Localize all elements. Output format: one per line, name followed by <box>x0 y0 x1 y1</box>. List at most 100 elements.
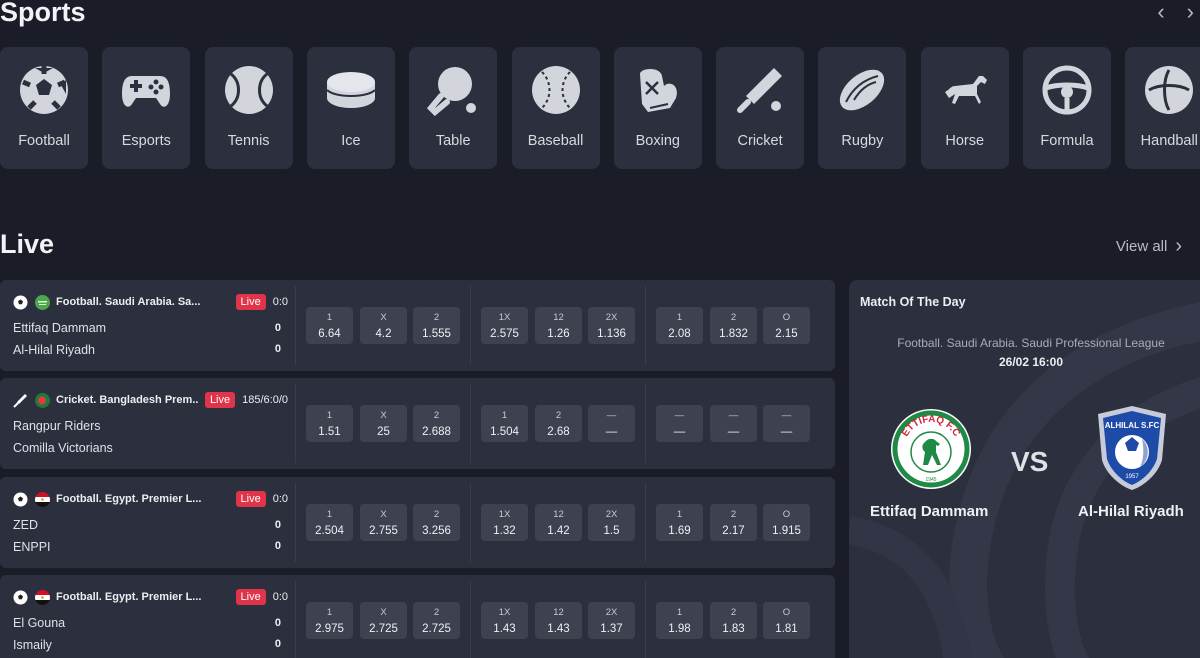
odd-button[interactable]: 12 1.26 <box>535 307 582 344</box>
odd-value: 1.43 <box>547 623 570 635</box>
team-1-name: Ettifaq Dammam <box>13 321 107 335</box>
odd-button[interactable]: 1 1.504 <box>481 405 528 442</box>
sport-tile-tennis[interactable]: Tennis <box>204 47 293 169</box>
sport-tile-cricket[interactable]: Cricket <box>716 47 805 169</box>
odd-button[interactable]: X 25 <box>360 405 407 442</box>
market-divider <box>645 384 646 463</box>
chevron-left-icon[interactable]: ‹ <box>1157 1 1164 23</box>
sport-tile-handball[interactable]: Handball <box>1125 47 1200 169</box>
match-info[interactable]: Football. Saudi Arabia. Sa... Live 0:0 Etti… <box>0 280 296 371</box>
odd-label: 2 <box>433 410 440 421</box>
team-1-name: ZED <box>13 518 38 532</box>
live-badge: Live <box>235 589 266 605</box>
sport-tile-ice[interactable]: Ice <box>306 47 395 169</box>
odd-button[interactable]: 1 2.08 <box>656 307 703 344</box>
odd-label: X <box>380 410 387 421</box>
match-info[interactable]: Cricket. Bangladesh Prem... Live 185/6:0/0… <box>0 378 296 469</box>
cricket-bat-icon <box>13 393 28 408</box>
ice-puck-icon <box>323 62 379 118</box>
odd-button[interactable]: 2 2.68 <box>535 405 582 442</box>
market-divider <box>295 286 296 365</box>
odd-value: 2.68 <box>547 426 570 438</box>
odd-label: 2 <box>730 509 737 520</box>
odd-button[interactable]: 1 6.64 <box>306 307 353 344</box>
odd-button[interactable]: 2 2.725 <box>413 602 460 639</box>
odd-button[interactable]: — — <box>710 405 757 442</box>
live-match-row[interactable]: Cricket. Bangladesh Prem... Live 185/6:0/0… <box>0 378 835 469</box>
odd-button[interactable]: 1 1.98 <box>656 602 703 639</box>
odd-label: 12 <box>553 607 564 618</box>
flag-saudi-arabia-icon <box>35 294 50 310</box>
odd-value: 1.26 <box>547 328 570 340</box>
sport-tile-boxing[interactable]: Boxing <box>613 47 702 169</box>
odd-button[interactable]: 1 1.51 <box>306 405 353 442</box>
odd-button[interactable]: — — <box>656 405 703 442</box>
odd-button[interactable]: 2 1.83 <box>710 602 757 639</box>
sport-tile-esports[interactable]: Esports <box>102 47 191 169</box>
odd-button[interactable]: 1X 1.32 <box>481 504 528 541</box>
live-match-row[interactable]: Football. Saudi Arabia. Sa... Live 0:0 Etti… <box>0 280 835 371</box>
chevron-right-icon[interactable]: › <box>1187 1 1194 23</box>
odd-label: — <box>606 410 617 421</box>
live-match-row[interactable]: Football. Egypt. Premier L... Live 0:0 El G… <box>0 575 835 658</box>
odd-button[interactable]: 1 1.69 <box>656 504 703 541</box>
odd-button[interactable]: O 2.15 <box>763 307 810 344</box>
odd-button[interactable]: 2 3.256 <box>413 504 460 541</box>
sport-label: Cricket <box>737 133 783 149</box>
market-divider <box>470 483 471 562</box>
odd-button[interactable]: 2X 1.37 <box>588 602 635 639</box>
view-all-link[interactable]: View all › <box>1116 235 1182 258</box>
odd-button[interactable]: X 2.725 <box>360 602 407 639</box>
odd-button[interactable]: 12 1.42 <box>535 504 582 541</box>
sport-tile-football[interactable]: Football <box>0 47 88 169</box>
odd-button[interactable]: 2X 1.136 <box>588 307 635 344</box>
league-name: Football. Egypt. Premier L... <box>56 493 202 505</box>
odd-button[interactable]: 2 2.688 <box>413 405 460 442</box>
sports-heading: Sports <box>0 0 86 27</box>
sport-tile-baseball[interactable]: Baseball <box>511 47 600 169</box>
odd-value: 1.32 <box>493 525 516 537</box>
odd-button[interactable]: 2 2.17 <box>710 504 757 541</box>
sport-tile-formula[interactable]: Formula <box>1023 47 1111 169</box>
odd-button[interactable]: 1 2.975 <box>306 602 353 639</box>
match-score: 0:0 <box>272 296 288 308</box>
odd-button[interactable]: 12 1.43 <box>535 602 582 639</box>
match-info[interactable]: Football. Egypt. Premier L... Live 0:0 El G… <box>0 575 296 658</box>
home-team-name: Ettifaq Dammam <box>870 503 989 520</box>
odd-button[interactable]: X 2.755 <box>360 504 407 541</box>
odd-button[interactable]: X 4.2 <box>360 307 407 344</box>
match-of-the-day-card[interactable]: Match Of The Day Football. Saudi Arabia.… <box>849 280 1200 658</box>
odd-value: 1.832 <box>719 328 748 340</box>
market-divider <box>470 384 471 463</box>
live-badge: Live <box>204 392 236 408</box>
team-2-name: Ismaily <box>13 638 52 652</box>
odd-label: 1X <box>498 509 511 520</box>
odd-button[interactable]: 2 1.555 <box>413 307 460 344</box>
sport-tile-horse[interactable]: Horse <box>920 47 1009 169</box>
odd-button[interactable]: 1X 2.575 <box>481 307 528 344</box>
odd-button[interactable]: — — <box>588 405 635 442</box>
odd-label: 1 <box>326 410 333 421</box>
odd-button[interactable]: — — <box>763 405 810 442</box>
gamepad-icon <box>118 62 174 118</box>
odd-label: 12 <box>553 509 564 520</box>
odd-button[interactable]: 2 1.832 <box>710 307 757 344</box>
sport-label: Boxing <box>635 133 680 149</box>
chevron-right-icon: › <box>1175 235 1182 257</box>
odd-label: 1 <box>326 509 333 520</box>
odd-button[interactable]: 1 2.504 <box>306 504 353 541</box>
sport-label: Table <box>435 133 471 149</box>
odd-button[interactable]: O 1.81 <box>763 602 810 639</box>
live-match-row[interactable]: Football. Egypt. Premier L... Live 0:0 ZED E… <box>0 477 835 568</box>
odd-button[interactable]: 1X 1.43 <box>481 602 528 639</box>
team-1-score: 0 <box>274 322 281 334</box>
motd-league: Football. Saudi Arabia. Saudi Profession… <box>897 336 1165 350</box>
sport-tile-rugby[interactable]: Rugby <box>818 47 907 169</box>
odd-value: 1.5 <box>603 525 620 537</box>
odd-button[interactable]: O 1.915 <box>763 504 810 541</box>
odd-label: 2 <box>433 312 440 323</box>
sport-tile-table[interactable]: Table <box>409 47 498 169</box>
view-all-label: View all <box>1115 238 1168 255</box>
match-info[interactable]: Football. Egypt. Premier L... Live 0:0 ZED E… <box>0 477 296 568</box>
odd-button[interactable]: 2X 1.5 <box>588 504 635 541</box>
